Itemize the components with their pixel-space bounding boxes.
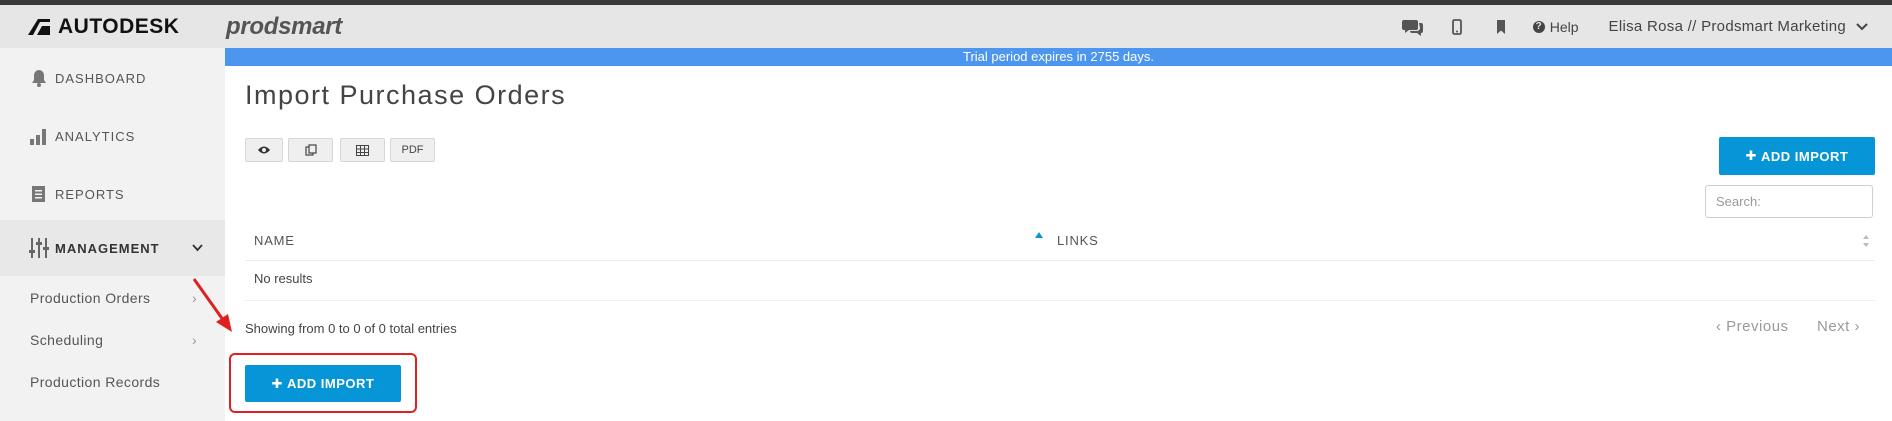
help-link[interactable]: ? Help [1532,18,1579,35]
sidebar-item-label: DASHBOARD [55,70,147,86]
search-input[interactable] [1705,185,1873,218]
bar-chart-icon [30,129,46,145]
table-icon [356,144,369,156]
column-header-name[interactable]: NAME [254,233,295,248]
sliders-icon [29,238,49,258]
sidebar-item-reports[interactable]: REPORTS [0,180,225,208]
add-import-button-top[interactable]: ✚ ADD IMPORT [1719,137,1875,175]
next-label: Next [1817,318,1850,335]
autodesk-mark-icon [28,18,50,35]
pdf-label: PDF [401,144,424,156]
previous-label: Previous [1726,318,1789,335]
page-title: Import Purchase Orders [245,80,567,110]
add-import-label: ADD IMPORT [287,376,375,391]
sidebar-subitem-production-records[interactable]: Production Records [0,374,225,394]
table-header-divider [245,260,1875,261]
sidebar-item-label: MANAGEMENT [55,240,160,256]
sidebar-item-label: ANALYTICS [55,128,136,144]
toggle-columns-button[interactable] [245,138,283,162]
sidebar-item-label: REPORTS [55,186,125,202]
annotation-arrow-icon [192,278,232,332]
help-icon: ? [1532,20,1545,33]
sidebar-subitem-label: Production Records [30,374,161,390]
eye-icon [258,146,270,154]
add-import-button-bottom[interactable]: ✚ ADD IMPORT [245,365,401,402]
sidebar-item-management[interactable]: MANAGEMENT [0,220,225,276]
sidebar-item-analytics[interactable]: ANALYTICS [0,122,225,150]
bell-icon [32,70,46,87]
chat-icon[interactable] [1401,15,1425,39]
help-label: Help [1549,18,1579,35]
column-header-links[interactable]: LINKS [1057,233,1099,248]
pagination-previous[interactable]: ‹ Previous [1716,318,1789,335]
bookmark-icon[interactable] [1489,15,1513,39]
sidebar-subitem-label: Scheduling [30,332,104,348]
entries-summary: Showing from 0 to 0 of 0 total entries [245,321,457,336]
chevron-left-icon: ‹ [1716,318,1727,335]
user-menu[interactable]: Elisa Rosa // Prodsmart Marketing [1609,18,1868,35]
sidebar: DASHBOARD ANALYTICS REPORTS MANAGEMENT P… [0,48,225,421]
top-header: AUTODESK prodsmart ? Help Elisa Rosa // … [0,5,1892,48]
pdf-export-button[interactable]: PDF [390,138,435,162]
table-empty-message: No results [254,271,313,286]
plus-icon: ✚ [271,375,284,391]
mobile-icon[interactable] [1445,15,1469,39]
autodesk-logo[interactable]: AUTODESK [0,15,226,39]
chevron-down-icon [192,244,203,252]
csv-export-button[interactable] [340,138,385,162]
document-icon [32,186,45,202]
trial-banner: Trial period expires in 2755 days. [225,48,1892,66]
product-logo[interactable]: prodsmart [226,13,342,41]
user-label: Elisa Rosa // Prodsmart Marketing [1608,18,1846,35]
sort-icon[interactable] [1862,234,1870,248]
chevron-right-icon: › [1849,318,1861,335]
brand-name: AUTODESK [58,14,180,38]
copy-button[interactable] [288,138,333,162]
sidebar-item-dashboard[interactable]: DASHBOARD [0,64,225,92]
table-row-divider [245,300,1875,301]
pagination-next[interactable]: Next › [1817,318,1860,335]
chevron-down-icon [1856,22,1868,30]
plus-icon: ✚ [1745,148,1758,163]
copy-icon [304,144,317,156]
sort-ascending-icon[interactable] [1035,232,1043,238]
add-import-label: ADD IMPORT [1761,148,1849,164]
header-actions: ? Help Elisa Rosa // Prodsmart Marketing [1401,5,1892,48]
sidebar-subitem-label: Production Orders [30,290,151,306]
